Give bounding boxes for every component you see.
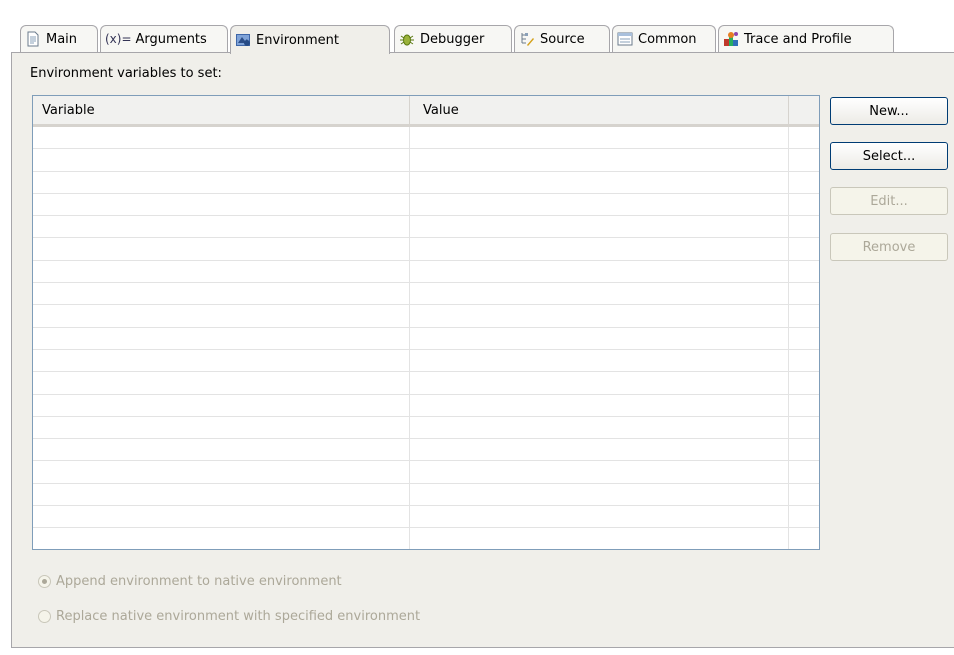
replace-environment-label: Replace native environment with specifie…	[56, 609, 421, 624]
tab-arguments[interactable]: (x)= Arguments	[100, 25, 228, 52]
tab-label: Arguments	[135, 31, 207, 47]
new-button[interactable]: New...	[830, 97, 948, 125]
tab-source[interactable]: Source	[514, 25, 610, 52]
environment-icon	[235, 32, 251, 48]
trace-profile-icon	[723, 31, 739, 47]
radio-unselected-indicator	[38, 610, 51, 623]
tab-common[interactable]: Common	[612, 25, 716, 52]
table-row	[33, 484, 819, 507]
tab-label: Environment	[256, 32, 340, 48]
select-button[interactable]: Select...	[830, 142, 948, 170]
table-row	[33, 216, 819, 239]
table-row	[33, 528, 819, 549]
tab-label: Debugger	[420, 31, 485, 47]
debugger-bug-icon	[399, 31, 415, 47]
tab-label: Source	[540, 31, 585, 47]
tab-main[interactable]: Main	[20, 25, 98, 52]
column-header-variable[interactable]: Variable	[42, 103, 95, 118]
arguments-icon: (x)=	[105, 32, 132, 46]
tab-environment[interactable]: Environment	[230, 25, 390, 54]
table-row	[33, 127, 819, 150]
column-header-value[interactable]: Value	[423, 103, 459, 118]
table-row	[33, 261, 819, 284]
table-row	[33, 194, 819, 217]
tab-trace-and-profile[interactable]: Trace and Profile	[718, 25, 894, 52]
table-row	[33, 238, 819, 261]
tab-label: Trace and Profile	[744, 31, 852, 47]
table-row	[33, 395, 819, 417]
radio-selected-indicator	[38, 575, 51, 588]
table-rows	[33, 127, 819, 549]
tab-label: Common	[638, 31, 697, 47]
main-page-icon	[25, 31, 41, 47]
common-icon	[617, 31, 633, 47]
table-row	[33, 328, 819, 350]
environment-variables-heading: Environment variables to set:	[30, 66, 222, 81]
table-row	[33, 372, 819, 395]
edit-button[interactable]: Edit...	[830, 187, 948, 215]
tab-label: Main	[46, 31, 78, 47]
table-row	[33, 283, 819, 306]
launch-config-tab-bar: Main (x)= Arguments Environment Debugger…	[20, 25, 954, 54]
replace-environment-radio[interactable]: Replace native environment with specifie…	[38, 609, 420, 624]
table-row	[33, 350, 819, 373]
table-row	[33, 172, 819, 194]
environment-variables-table[interactable]: Variable Value	[32, 95, 820, 550]
column-divider[interactable]	[788, 96, 789, 124]
table-row	[33, 506, 819, 529]
remove-button[interactable]: Remove	[830, 233, 948, 261]
append-environment-label: Append environment to native environment	[56, 574, 342, 589]
table-row	[33, 461, 819, 484]
table-row	[33, 305, 819, 328]
source-icon	[519, 31, 535, 47]
column-divider[interactable]	[409, 96, 410, 124]
table-header: Variable Value	[33, 96, 819, 127]
tab-debugger[interactable]: Debugger	[394, 25, 512, 52]
table-row	[33, 149, 819, 172]
table-row	[33, 439, 819, 462]
table-row	[33, 417, 819, 440]
append-environment-radio[interactable]: Append environment to native environment	[38, 574, 342, 589]
